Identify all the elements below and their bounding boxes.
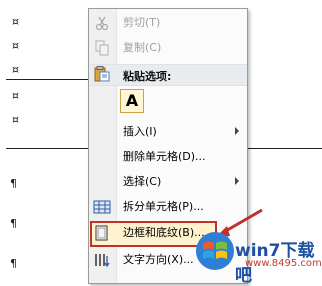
windows-logo-icon (196, 232, 234, 270)
watermark-url: www.8495.com (245, 258, 322, 269)
watermark-logo: win7下载吧 www.8495.com (195, 225, 322, 286)
